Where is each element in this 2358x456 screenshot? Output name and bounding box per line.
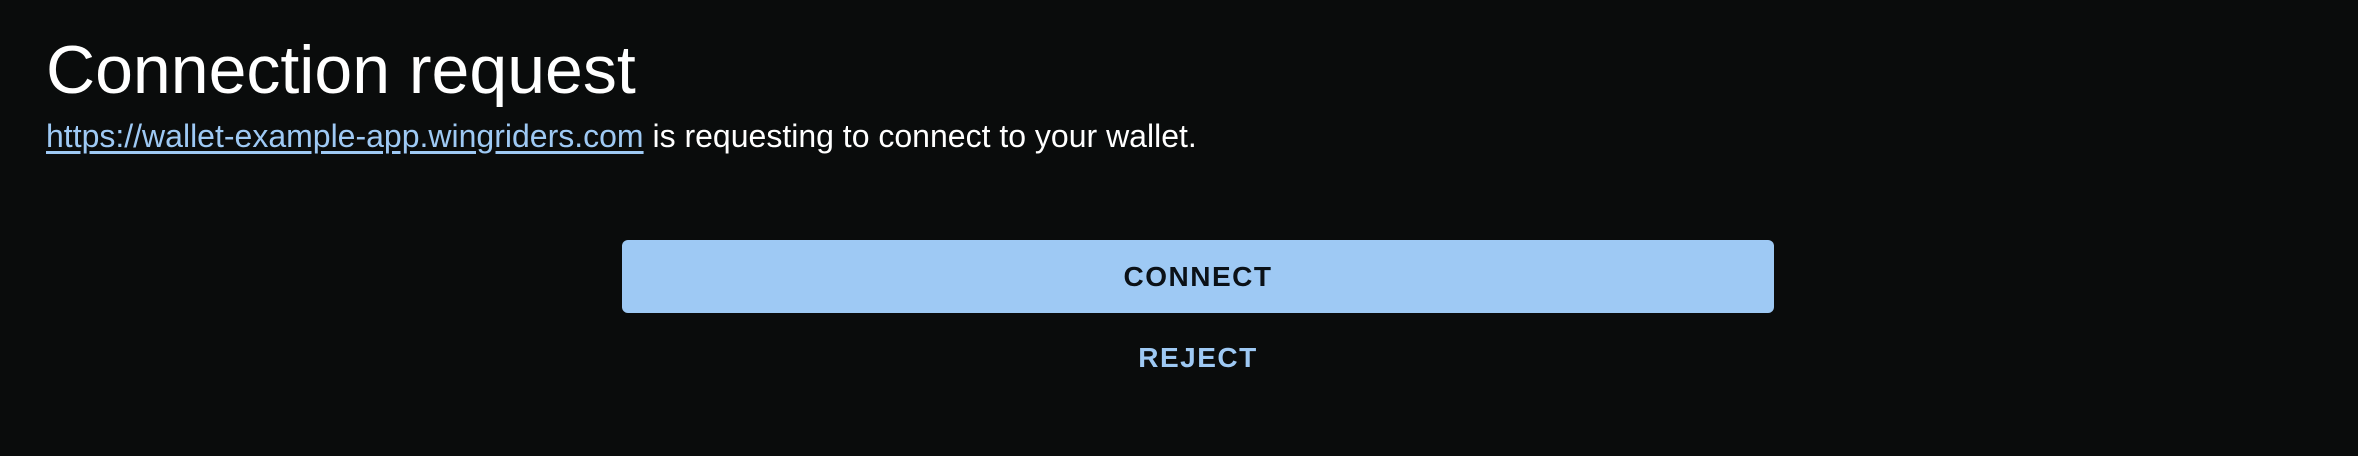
action-buttons: CONNECT REJECT — [622, 240, 1774, 387]
connection-request-page: Connection request https://wallet-exampl… — [0, 0, 2358, 456]
page-title: Connection request — [46, 32, 636, 108]
reject-button[interactable]: REJECT — [1098, 329, 1298, 387]
origin-link[interactable]: https://wallet-example-app.wingriders.co… — [46, 118, 644, 154]
connection-message: https://wallet-example-app.wingriders.co… — [46, 114, 1197, 158]
connect-button[interactable]: CONNECT — [622, 240, 1774, 313]
connection-message-text: is requesting to connect to your wallet. — [643, 118, 1197, 154]
